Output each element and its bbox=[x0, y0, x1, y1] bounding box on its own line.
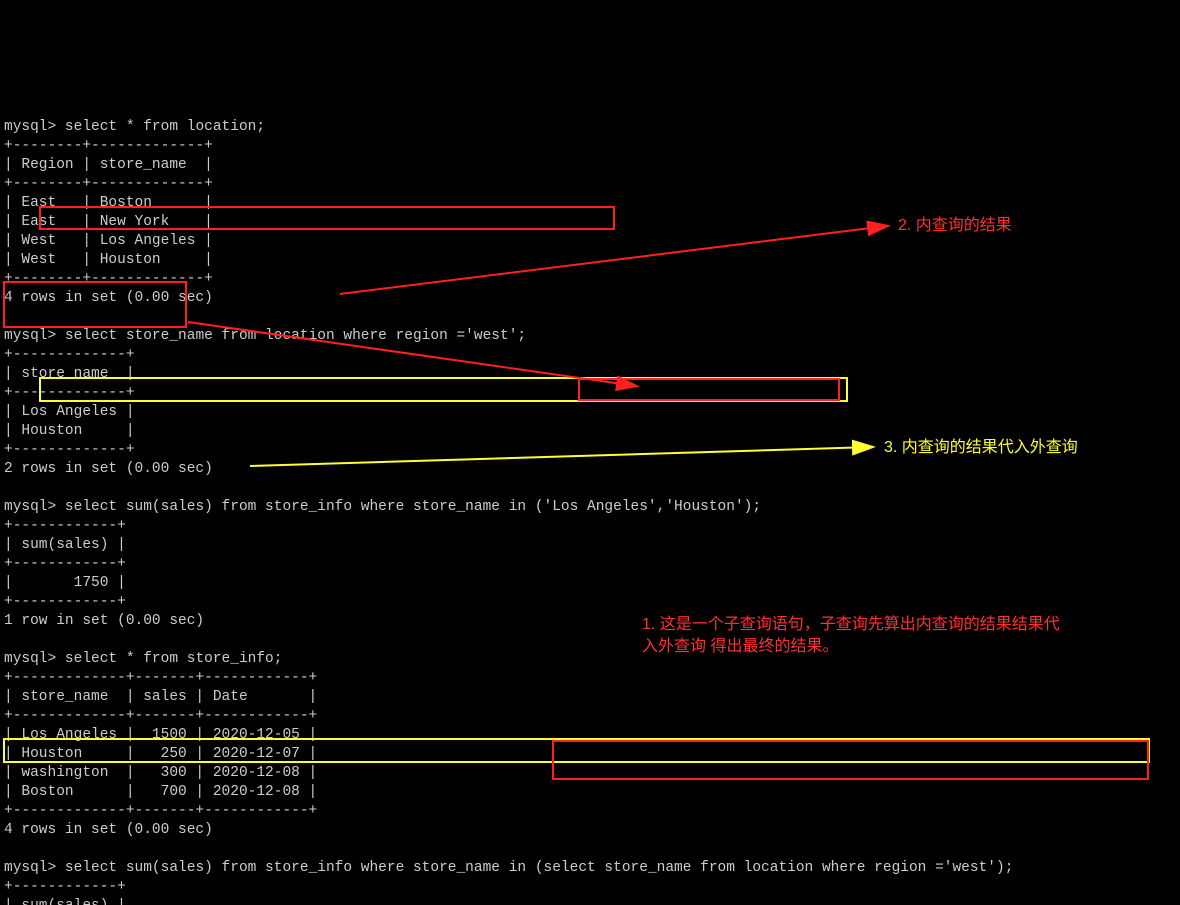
table-row: | West | Houston | bbox=[4, 252, 213, 268]
table-row: | 1750 | bbox=[4, 575, 126, 591]
table-header: | store_name | sales | Date | bbox=[4, 689, 317, 705]
table-border: +------------+ bbox=[4, 594, 126, 610]
query-4: select * from store_info; bbox=[65, 651, 283, 667]
mysql-prompt: mysql> bbox=[4, 651, 56, 667]
table-row: | Houston | bbox=[4, 423, 135, 439]
highlight-box-subquery-clause bbox=[552, 740, 1149, 780]
highlight-box-inner-result bbox=[3, 281, 187, 328]
table-border: +--------+-------------+ bbox=[4, 176, 213, 192]
table-row: | Boston | 700 | 2020-12-08 | bbox=[4, 784, 317, 800]
table-border: +-------------+ bbox=[4, 347, 135, 363]
query-3b: ('Los Angeles','Houston'); bbox=[535, 499, 761, 515]
result-footer: 4 rows in set (0.00 sec) bbox=[4, 822, 213, 838]
table-border: +-------------+-------+------------+ bbox=[4, 803, 317, 819]
result-footer: 2 rows in set (0.00 sec) bbox=[4, 461, 213, 477]
mysql-prompt: mysql> bbox=[4, 119, 56, 135]
table-border: +------------+ bbox=[4, 556, 126, 572]
mysql-prompt: mysql> bbox=[4, 499, 56, 515]
query-2: select store_name from location where re… bbox=[65, 328, 526, 344]
query-1: select * from location; bbox=[65, 119, 265, 135]
table-border: +--------+-------------+ bbox=[4, 138, 213, 154]
table-row: | West | Los Angeles | bbox=[4, 233, 213, 249]
table-border: +-------------+-------+------------+ bbox=[4, 708, 317, 724]
annotation-3: 3. 内查询的结果代入外查询 bbox=[884, 437, 1078, 459]
table-border: +------------+ bbox=[4, 879, 126, 895]
table-header: | Region | store_name | bbox=[4, 157, 213, 173]
query-3a: select sum(sales) from store_info where … bbox=[65, 499, 535, 515]
mysql-prompt: mysql> bbox=[4, 328, 56, 344]
table-header: | sum(sales) | bbox=[4, 898, 126, 905]
highlight-box-substituted-values bbox=[578, 378, 840, 401]
result-footer: 1 row in set (0.00 sec) bbox=[4, 613, 204, 629]
table-header: | sum(sales) | bbox=[4, 537, 126, 553]
table-border: +-------------+ bbox=[4, 442, 135, 458]
mysql-prompt: mysql> bbox=[4, 860, 56, 876]
table-border: +-------------+-------+------------+ bbox=[4, 670, 317, 686]
query-5a: select sum(sales) from store_info where … bbox=[65, 860, 535, 876]
table-row: | Los Angeles | bbox=[4, 404, 135, 420]
annotation-1: 1. 这是一个子查询语句，子查询先算出内查询的结果结果代入外查询 得出最终的结果… bbox=[642, 614, 1062, 658]
table-border: +------------+ bbox=[4, 518, 126, 534]
annotation-2: 2. 内查询的结果 bbox=[898, 215, 1012, 237]
highlight-box-inner-query bbox=[39, 206, 615, 230]
table-row: | washington | 300 | 2020-12-08 | bbox=[4, 765, 317, 781]
query-5b: (select store_name from location where r… bbox=[535, 860, 1014, 876]
